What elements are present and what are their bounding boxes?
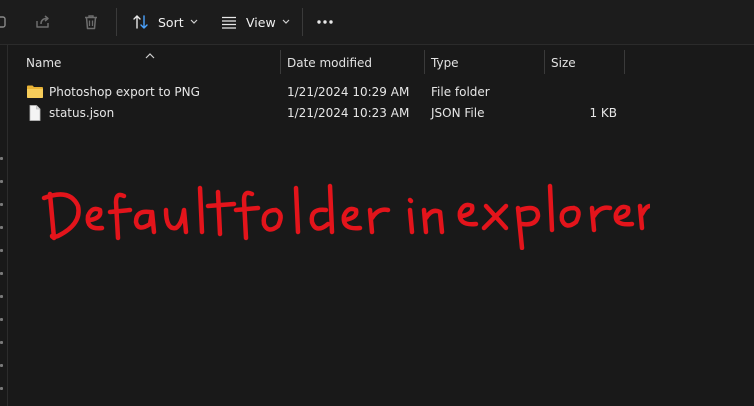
- column-header-label: Type: [431, 56, 459, 70]
- trash-icon: [82, 13, 100, 31]
- file-icon: [26, 104, 44, 121]
- date-modified-cell: 1/21/2024 10:29 AM: [287, 84, 410, 99]
- sort-button[interactable]: Sort: [132, 7, 198, 37]
- column-resize-handle[interactable]: [544, 50, 545, 74]
- column-header-label: Size: [551, 56, 576, 70]
- column-header-label: Name: [26, 56, 62, 70]
- toolbar-separator: [302, 8, 303, 36]
- file-explorer-window: Sort View Name Date modified Type Size P…: [0, 0, 754, 406]
- pane-divider: [7, 45, 8, 406]
- folder-icon: [26, 84, 44, 100]
- nav-expand-icon[interactable]: [0, 249, 3, 252]
- column-header-label: Date modified: [287, 56, 373, 70]
- view-label: View: [246, 14, 276, 30]
- file-name-cell: status.json: [26, 102, 114, 123]
- toolbar-separator: [116, 8, 117, 36]
- file-row[interactable]: Photoshop export to PNG 1/21/2024 10:29 …: [12, 81, 624, 102]
- nav-expand-icon[interactable]: [0, 295, 3, 298]
- file-row[interactable]: status.json 1/21/2024 10:23 AM JSON File…: [12, 102, 624, 123]
- sort-icon: [132, 13, 150, 31]
- nav-expand-icon[interactable]: [0, 157, 3, 160]
- file-name-cell: Photoshop export to PNG: [26, 81, 200, 102]
- file-name: Photoshop export to PNG: [49, 84, 200, 99]
- nav-expand-icon[interactable]: [0, 387, 3, 390]
- nav-expand-icon[interactable]: [0, 226, 3, 229]
- view-button[interactable]: View: [220, 7, 290, 37]
- nav-expand-icon[interactable]: [0, 364, 3, 367]
- column-header-name[interactable]: Name: [26, 51, 278, 75]
- column-header-type[interactable]: Type: [431, 51, 541, 75]
- chevron-down-icon: [190, 19, 198, 25]
- share-button[interactable]: [34, 7, 54, 37]
- column-header-date-modified[interactable]: Date modified: [287, 51, 421, 75]
- sort-label: Sort: [158, 14, 184, 30]
- rename-icon: [0, 14, 8, 30]
- column-resize-handle[interactable]: [624, 50, 625, 74]
- handwritten-annotation: [40, 180, 653, 251]
- size-cell: [560, 81, 617, 102]
- list-view-icon: [220, 14, 238, 30]
- size-cell: 1 KB: [589, 105, 617, 120]
- rename-button[interactable]: [0, 7, 12, 37]
- nav-expand-icon[interactable]: [0, 180, 3, 183]
- type-cell: JSON File: [431, 105, 485, 120]
- column-header-size[interactable]: Size: [551, 51, 621, 75]
- file-name: status.json: [49, 105, 115, 120]
- more-options-button[interactable]: [314, 7, 336, 37]
- type-cell: File folder: [431, 84, 490, 99]
- command-bar: Sort View: [0, 0, 754, 45]
- date-modified-cell: 1/21/2024 10:23 AM: [287, 105, 410, 120]
- nav-expand-icon[interactable]: [0, 318, 3, 321]
- nav-expand-icon[interactable]: [0, 203, 3, 206]
- delete-button[interactable]: [82, 7, 102, 37]
- chevron-down-icon: [282, 19, 290, 25]
- more-icon: [316, 19, 334, 25]
- navigation-pane-edge: [0, 45, 9, 406]
- nav-expand-icon[interactable]: [0, 272, 3, 275]
- column-resize-handle[interactable]: [424, 50, 425, 74]
- nav-expand-icon[interactable]: [0, 341, 3, 344]
- column-resize-handle[interactable]: [280, 50, 281, 74]
- share-icon: [34, 13, 52, 31]
